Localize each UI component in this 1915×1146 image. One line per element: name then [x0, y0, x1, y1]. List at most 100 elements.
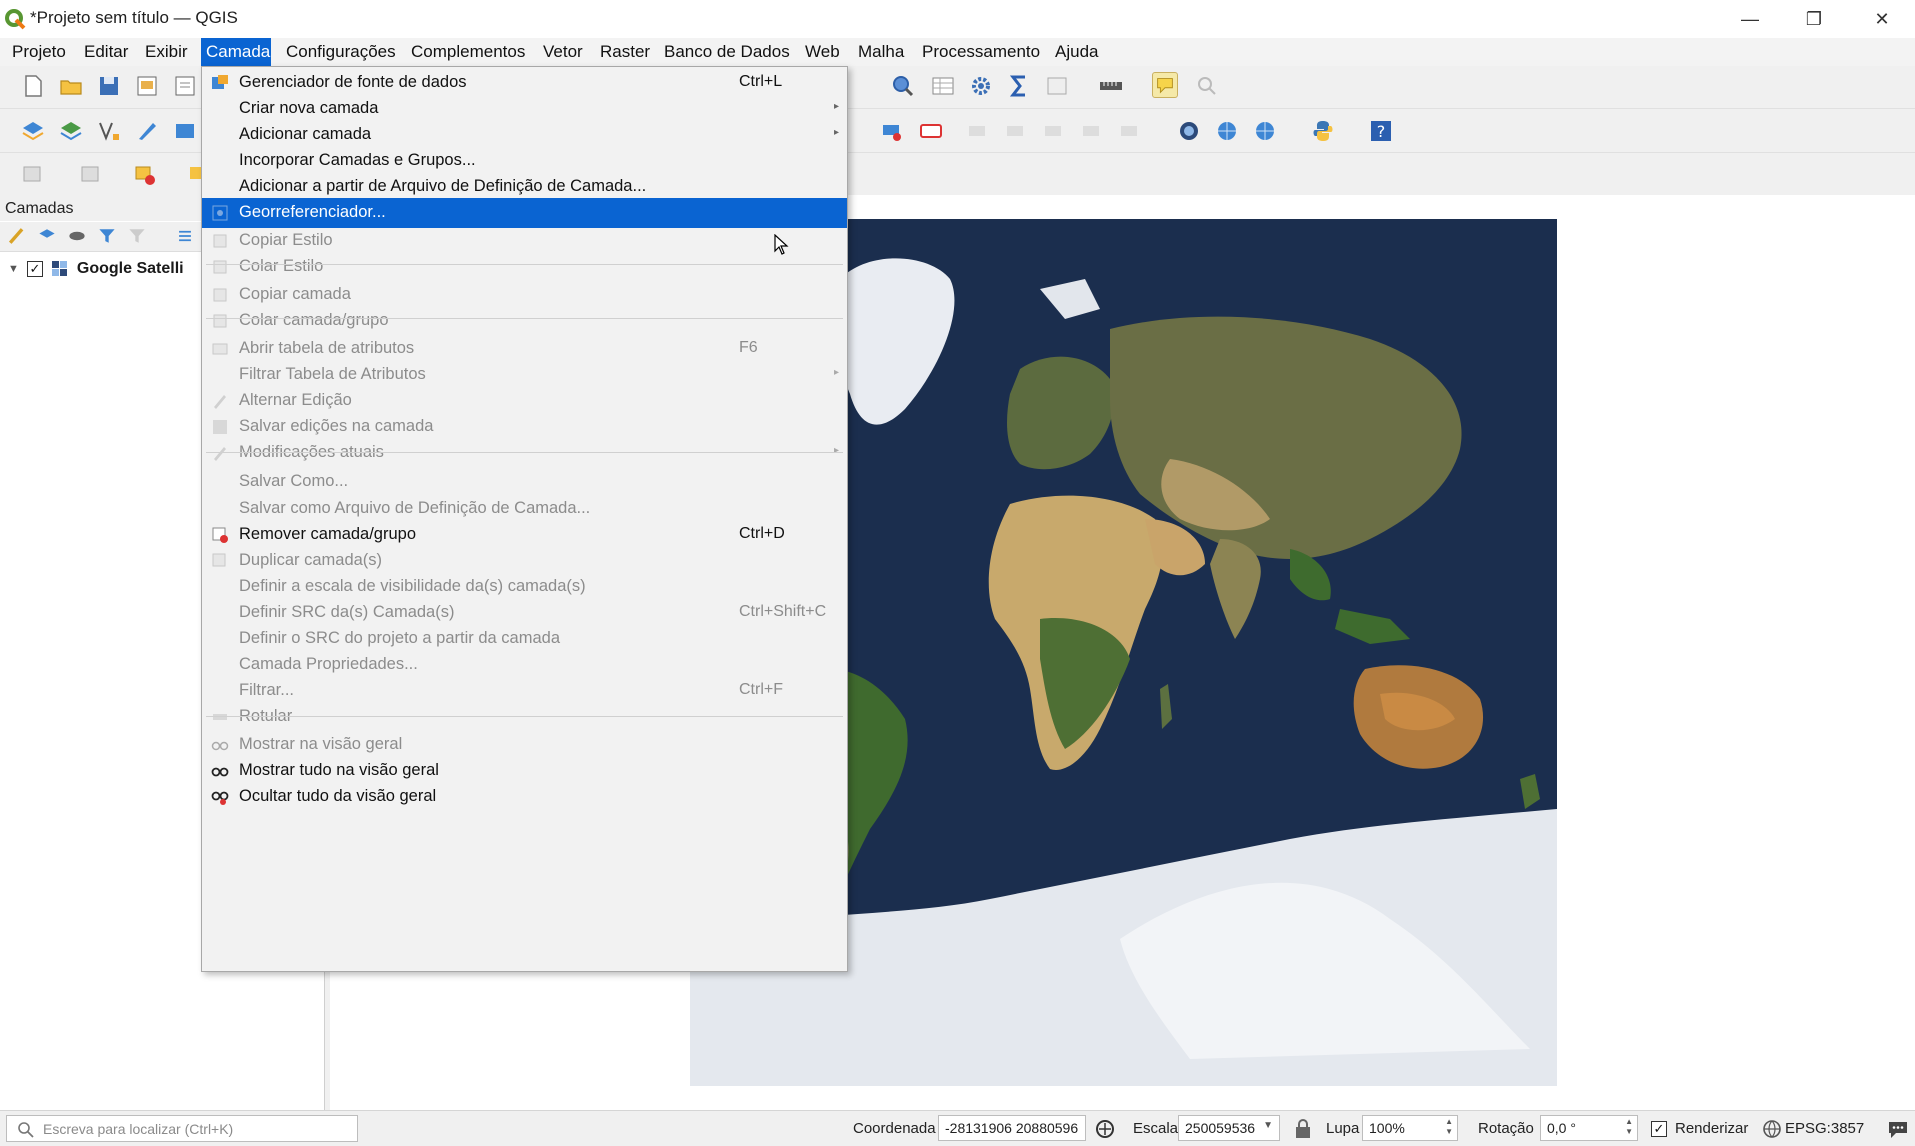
layer-visibility-checkbox[interactable]: ✓	[26, 261, 43, 277]
open-attribute-table-icon[interactable]	[930, 73, 956, 99]
rotation-spinbox[interactable]: 0,0 ° ▲ ▼	[1540, 1115, 1638, 1141]
minimize-button[interactable]: —	[1718, 0, 1782, 38]
menu-malha[interactable]: Malha	[853, 38, 909, 66]
scale-combobox[interactable]: 250059536 ▼	[1178, 1115, 1280, 1141]
zoom-search-icon[interactable]	[1194, 73, 1220, 99]
crs-label[interactable]: EPSG:3857	[1785, 1120, 1864, 1137]
help-icon[interactable]: ?	[1368, 118, 1394, 144]
rotation-value: 0,0 °	[1547, 1120, 1576, 1136]
menu-item-current-edits[interactable]: Modificações atuais ▸	[202, 438, 847, 468]
menu-web[interactable]: Web	[800, 38, 845, 66]
coordinate-field[interactable]: -28131906 20880596	[938, 1115, 1086, 1141]
crs-globe-icon[interactable]	[1762, 1119, 1782, 1139]
menu-item-paste-layer[interactable]: Colar camada/grupo	[202, 306, 847, 336]
select-features-icon[interactable]	[20, 162, 46, 188]
layout-manager-icon[interactable]	[172, 73, 198, 99]
map-tips-icon[interactable]	[1152, 72, 1178, 98]
add-raster-layer-icon[interactable]	[58, 118, 84, 144]
show-hide-labels-icon[interactable]	[1002, 118, 1028, 144]
render-checkbox[interactable]: ✓	[1651, 1121, 1667, 1137]
submenu-arrow-icon: ▸	[834, 445, 840, 456]
expand-all-icon[interactable]	[174, 225, 196, 247]
chevron-down-icon: ▼	[1263, 1120, 1273, 1131]
menu-raster[interactable]: Raster	[595, 38, 655, 66]
attribute-table-icon	[212, 343, 228, 355]
overview-hide-all-icon	[211, 791, 229, 805]
pin-label-icon[interactable]	[964, 118, 990, 144]
expand-arrow-icon[interactable]: ▼	[8, 263, 19, 275]
label-tool-icon[interactable]	[880, 118, 906, 144]
menu-complementos[interactable]: Complementos	[406, 38, 530, 66]
submenu-arrow-icon: ▸	[834, 367, 840, 378]
menu-ajuda[interactable]: Ajuda	[1050, 38, 1103, 66]
current-edits-icon	[214, 447, 226, 461]
select-value-icon[interactable]	[78, 162, 104, 188]
deselect-features-icon[interactable]	[132, 162, 158, 188]
menu-camada[interactable]: Camada	[201, 38, 271, 66]
lock-scale-icon[interactable]	[1294, 1119, 1312, 1139]
menu-item-georeferencer[interactable]: Georreferenciador...	[202, 198, 847, 228]
new-print-layout-icon[interactable]	[134, 73, 160, 99]
submenu-arrow-icon: ▸	[834, 101, 840, 112]
menu-configuracoes[interactable]: Configurações	[281, 38, 401, 66]
locator-search-box[interactable]: Escreva para localizar (Ctrl+K)	[6, 1115, 358, 1142]
rotate-label-icon[interactable]	[1078, 118, 1104, 144]
toggle-extents-icon[interactable]	[1094, 1118, 1116, 1140]
open-project-icon[interactable]	[58, 73, 84, 99]
label-abc-icon[interactable]	[918, 118, 944, 144]
menu-banco-de-dados[interactable]: Banco de Dados	[659, 38, 795, 66]
spin-arrows-icon[interactable]: ▲ ▼	[1445, 1117, 1453, 1137]
menu-processamento[interactable]: Processamento	[917, 38, 1045, 66]
menu-item-paste-style[interactable]: Colar Estilo	[202, 252, 847, 282]
maximize-button[interactable]: ❐	[1782, 0, 1846, 38]
new-project-icon[interactable]	[20, 73, 46, 99]
filter-expression-icon[interactable]	[126, 225, 148, 247]
menu-separator	[206, 264, 843, 265]
globe-settings-icon[interactable]	[1252, 118, 1278, 144]
georeferencer-icon	[212, 205, 228, 221]
menu-item-save-as[interactable]: Salvar Como...	[202, 467, 847, 497]
menu-separator	[206, 716, 843, 717]
add-wms-layer-icon[interactable]	[172, 118, 198, 144]
add-delimited-text-icon[interactable]	[96, 118, 122, 144]
globe-search-icon[interactable]	[1214, 118, 1240, 144]
save-project-icon[interactable]	[96, 73, 122, 99]
add-vector-layer-icon[interactable]	[20, 118, 46, 144]
svg-text:?: ?	[1377, 122, 1386, 141]
filter-legend-icon[interactable]	[96, 225, 118, 247]
menu-item-labeling[interactable]: Rotular	[202, 702, 847, 732]
label-icon	[213, 714, 227, 720]
menu-exibir[interactable]: Exibir	[140, 38, 193, 66]
search-placeholder: Escreva para localizar (Ctrl+K)	[43, 1121, 234, 1137]
field-calculator-icon[interactable]	[1044, 73, 1070, 99]
toolbox-gear-icon[interactable]	[968, 73, 994, 99]
paste-style-icon	[213, 260, 227, 274]
digitize-pencil-icon[interactable]	[134, 118, 160, 144]
menu-separator	[206, 318, 843, 319]
quickmapservices-icon[interactable]	[1176, 118, 1202, 144]
rotation-label: Rotação	[1478, 1120, 1534, 1137]
messages-icon[interactable]	[1887, 1118, 1909, 1140]
menu-item-hide-all-from-overview[interactable]: Ocultar tudo da visão geral	[202, 782, 847, 812]
change-label-icon[interactable]	[1116, 118, 1142, 144]
pencil-icon	[214, 395, 226, 409]
layers-panel-title: Camadas	[5, 200, 74, 217]
spin-arrows-icon[interactable]: ▲ ▼	[1625, 1117, 1633, 1137]
coordinate-label: Coordenada	[853, 1120, 936, 1137]
move-label-icon[interactable]	[1040, 118, 1066, 144]
menu-vetor[interactable]: Vetor	[538, 38, 588, 66]
python-console-icon[interactable]	[1310, 118, 1336, 144]
measure-ruler-icon[interactable]	[1098, 73, 1124, 99]
menu-projeto[interactable]: Projeto	[7, 38, 71, 66]
style-layer-icon[interactable]	[6, 225, 28, 247]
status-bar: Escreva para localizar (Ctrl+K) Coordena…	[0, 1110, 1915, 1146]
magnifier-spinbox[interactable]: 100% ▲ ▼	[1362, 1115, 1458, 1141]
identify-features-icon[interactable]	[890, 73, 916, 99]
menu-editar[interactable]: Editar	[79, 38, 133, 66]
layer-tree-item[interactable]: ▼ ✓ Google Satelli	[8, 258, 184, 280]
scale-label: Escala	[1133, 1120, 1179, 1137]
statistics-sigma-icon[interactable]	[1006, 73, 1032, 99]
add-group-icon[interactable]	[36, 225, 58, 247]
close-button[interactable]: ✕	[1850, 0, 1914, 38]
manage-map-themes-icon[interactable]	[66, 225, 88, 247]
